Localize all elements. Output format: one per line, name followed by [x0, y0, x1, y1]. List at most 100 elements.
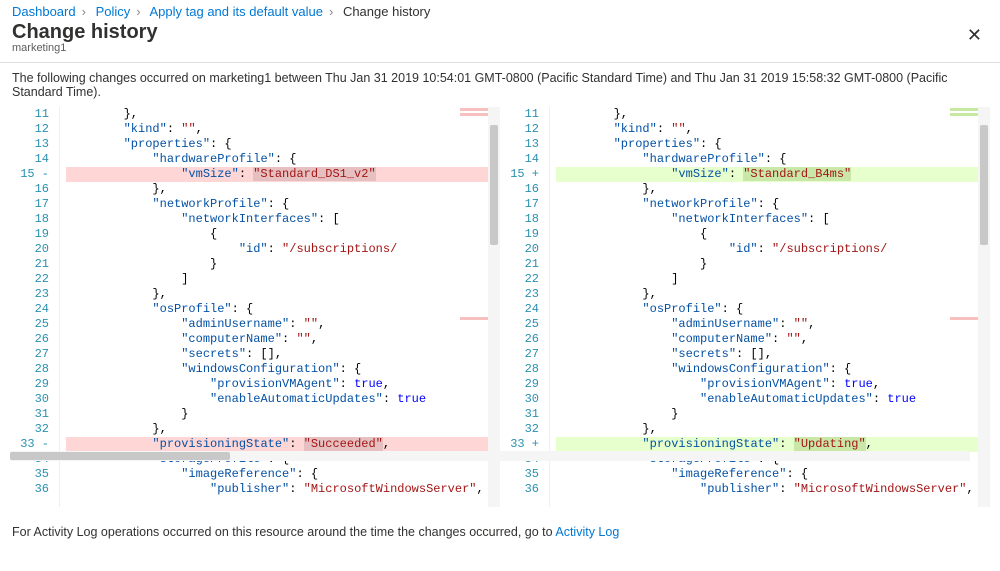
code-line: "imageReference": {	[556, 467, 990, 482]
code-line: "adminUsername": "",	[66, 317, 500, 332]
code-line: "secrets": [],	[556, 347, 990, 362]
code-line: "computerName": "",	[66, 332, 500, 347]
line-number: 11	[10, 107, 49, 122]
line-number: 19	[10, 227, 49, 242]
line-number: 23	[10, 287, 49, 302]
line-number: 17	[500, 197, 539, 212]
close-icon[interactable]: ✕	[961, 21, 988, 50]
line-number: 12	[500, 122, 539, 137]
line-number: 32	[500, 422, 539, 437]
line-number: 29	[10, 377, 49, 392]
chevron-right-icon: ›	[76, 4, 92, 19]
change-description: The following changes occurred on market…	[0, 67, 1000, 107]
breadcrumb: Dashboard› Policy› Apply tag and its def…	[0, 0, 1000, 21]
breadcrumb-link[interactable]: Dashboard	[12, 4, 76, 19]
page-title: Change history	[12, 21, 961, 44]
activity-log-link[interactable]: Activity Log	[555, 525, 619, 539]
code-line: "provisioningState": "Succeeded",	[66, 437, 500, 452]
code-line: "computerName": "",	[556, 332, 990, 347]
line-number: 27	[10, 347, 49, 362]
minimap-left[interactable]	[460, 107, 488, 507]
code-line: },	[556, 182, 990, 197]
line-number: 20	[500, 242, 539, 257]
code-line: }	[556, 257, 990, 272]
code-line: },	[556, 287, 990, 302]
horizontal-scrollbar[interactable]	[10, 451, 970, 461]
code-line: "hardwareProfile": {	[556, 152, 990, 167]
code-line: },	[66, 107, 500, 122]
code-line: ]	[66, 272, 500, 287]
line-number: 31	[500, 407, 539, 422]
diff-pane-right[interactable]: 1112131415161718192021222324252627282930…	[500, 107, 990, 507]
line-number: 18	[500, 212, 539, 227]
code-line: "windowsConfiguration": {	[556, 362, 990, 377]
line-number: 21	[10, 257, 49, 272]
line-number: 11	[500, 107, 539, 122]
code-line: "osProfile": {	[556, 302, 990, 317]
scrollbar-left[interactable]	[488, 107, 500, 507]
diff-pane-left[interactable]: 1112131415161718192021222324252627282930…	[10, 107, 500, 507]
code-line: "id": "/subscriptions/	[556, 242, 990, 257]
code-line: }	[556, 407, 990, 422]
code-line: },	[66, 287, 500, 302]
breadcrumb-link[interactable]: Apply tag and its default value	[150, 4, 323, 19]
code-line: },	[556, 107, 990, 122]
diff-viewer: 1112131415161718192021222324252627282930…	[0, 107, 1000, 507]
footer-note: For Activity Log operations occurred on …	[0, 507, 1000, 545]
code-line: }	[66, 257, 500, 272]
breadcrumb-link[interactable]: Policy	[96, 4, 131, 19]
code-line: "provisionVMAgent": true,	[66, 377, 500, 392]
code-line: "id": "/subscriptions/	[66, 242, 500, 257]
line-number: 32	[10, 422, 49, 437]
line-number: 26	[10, 332, 49, 347]
code-line: "provisionVMAgent": true,	[556, 377, 990, 392]
line-number: 25	[10, 317, 49, 332]
scrollbar-right[interactable]	[978, 107, 990, 507]
line-number: 22	[10, 272, 49, 287]
code-line: {	[556, 227, 990, 242]
line-number: 35	[500, 467, 539, 482]
line-number: 20	[10, 242, 49, 257]
line-number: 30	[500, 392, 539, 407]
line-number: 36	[10, 482, 49, 497]
chevron-right-icon: ›	[130, 4, 146, 19]
code-line: "properties": {	[556, 137, 990, 152]
line-number: 24	[10, 302, 49, 317]
code-line: "imageReference": {	[66, 467, 500, 482]
line-number: 31	[10, 407, 49, 422]
line-number: 22	[500, 272, 539, 287]
code-line: "networkInterfaces": [	[66, 212, 500, 227]
code-line: {	[66, 227, 500, 242]
line-number: 21	[500, 257, 539, 272]
code-line: "enableAutomaticUpdates": true	[66, 392, 500, 407]
code-line: "kind": "",	[66, 122, 500, 137]
line-number: 36	[500, 482, 539, 497]
code-line: "windowsConfiguration": {	[66, 362, 500, 377]
line-number: 24	[500, 302, 539, 317]
code-line: "enableAutomaticUpdates": true	[556, 392, 990, 407]
line-number: 17	[10, 197, 49, 212]
line-number: 13	[500, 137, 539, 152]
code-line: "provisioningState": "Updating",	[556, 437, 990, 452]
code-line: ]	[556, 272, 990, 287]
line-number: 25	[500, 317, 539, 332]
line-number: 13	[10, 137, 49, 152]
code-line: "adminUsername": "",	[556, 317, 990, 332]
code-line: "vmSize": "Standard_DS1_v2"	[66, 167, 500, 182]
line-number: 33	[10, 437, 49, 452]
code-line: "networkProfile": {	[556, 197, 990, 212]
chevron-right-icon: ›	[323, 4, 339, 19]
code-line: "vmSize": "Standard_B4ms"	[556, 167, 990, 182]
line-number: 23	[500, 287, 539, 302]
line-number: 27	[500, 347, 539, 362]
line-number: 26	[500, 332, 539, 347]
line-number: 29	[500, 377, 539, 392]
minimap-right[interactable]	[950, 107, 978, 507]
breadcrumb-current: Change history	[343, 4, 430, 19]
code-line: "osProfile": {	[66, 302, 500, 317]
divider	[0, 62, 1000, 63]
code-line: "hardwareProfile": {	[66, 152, 500, 167]
code-line: "networkInterfaces": [	[556, 212, 990, 227]
line-number: 28	[10, 362, 49, 377]
code-line: },	[556, 422, 990, 437]
